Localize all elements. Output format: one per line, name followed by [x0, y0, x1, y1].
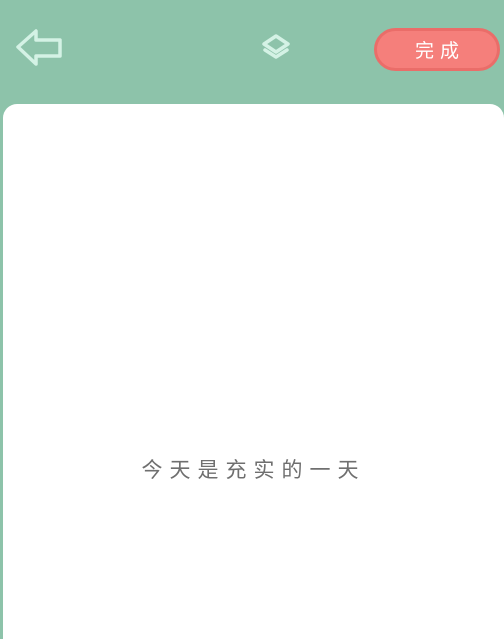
back-arrow-icon: [16, 29, 62, 66]
top-toolbar: 完成: [0, 0, 504, 100]
layers-button[interactable]: [258, 30, 294, 66]
layers-icon: [262, 34, 290, 59]
note-card[interactable]: 今天是充实的一天: [3, 104, 504, 639]
back-button[interactable]: [14, 26, 66, 70]
done-button[interactable]: 完成: [374, 28, 500, 71]
note-text[interactable]: 今天是充实的一天: [3, 454, 504, 484]
